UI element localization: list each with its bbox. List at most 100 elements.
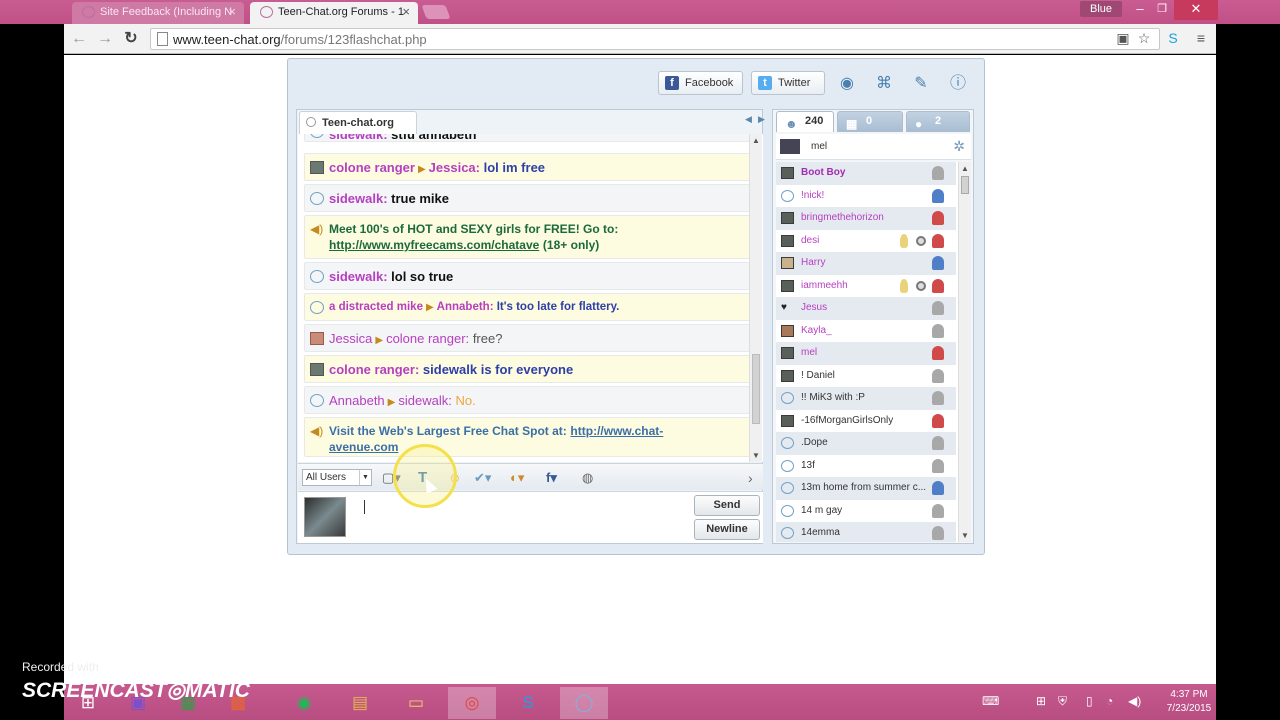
room-icon (306, 117, 316, 127)
user-row[interactable]: !nick! (776, 185, 956, 208)
audio-icon[interactable]: ◍ (582, 469, 593, 487)
message-text: free? (472, 331, 503, 346)
bookmark-star-icon[interactable]: ☆ (1135, 29, 1153, 47)
screencast-icon[interactable]: ◯ (560, 687, 608, 719)
webcam-icon[interactable]: ◉ (836, 73, 858, 95)
facebook-button[interactable]: f Facebook (658, 71, 743, 95)
user-list-scrollbar[interactable]: ▲ ▼ (958, 162, 971, 542)
minimize-icon[interactable]: – (1130, 0, 1150, 20)
user-row[interactable]: Boot Boy (776, 162, 956, 185)
expand-arrow-icon[interactable]: › (748, 469, 753, 487)
security-icon[interactable]: ⛨ (1058, 694, 1067, 709)
user-name: Harry (801, 257, 826, 268)
tab-messages[interactable]: ● 2 (906, 111, 970, 132)
close-tab-icon[interactable]: × (228, 2, 236, 22)
user-row[interactable]: desi (776, 230, 956, 253)
spotify-icon[interactable]: ◉ (280, 687, 328, 719)
gamepad-icon[interactable]: ⌘ (873, 73, 895, 95)
file-explorer-icon[interactable]: ▭ (392, 687, 440, 719)
extension-icon[interactable]: ▣ (1114, 29, 1132, 47)
facebook-label: Facebook (685, 77, 734, 89)
wrench-icon[interactable]: ✎ (910, 73, 932, 95)
message-scrollbar[interactable]: ▲ ▼ (749, 134, 762, 462)
user-row[interactable]: 13m home from summer c... (776, 477, 956, 500)
user-name: 14 m gay (801, 504, 843, 516)
browser-tab-site-feedback[interactable]: Site Feedback (Including N × (72, 2, 244, 24)
user-row[interactable]: 14 m gay (776, 500, 956, 523)
forward-arrow-icon[interactable]: → (94, 28, 116, 50)
twitter-button[interactable]: t Twitter (751, 71, 825, 95)
scroll-down-icon[interactable]: ▼ (750, 451, 762, 460)
whisper-arrow-icon: ▶ (375, 335, 384, 346)
sticker-icon[interactable]: ✔▾ (474, 469, 491, 487)
user-row[interactable]: Kayla_ (776, 320, 956, 343)
scroll-up-icon[interactable]: ▲ (750, 136, 762, 145)
facebook-share-icon[interactable]: f▾ (546, 469, 557, 487)
user-row[interactable]: ♥ Jesus (776, 297, 956, 320)
scroll-thumb[interactable] (961, 176, 969, 194)
scroll-thumb[interactable] (752, 354, 760, 424)
user-row[interactable]: iammeehh (776, 275, 956, 298)
chrome-icon[interactable]: ◎ (448, 687, 496, 719)
volume-icon[interactable]: ◀) (1128, 694, 1141, 708)
user-row[interactable]: bringmethehorizon (776, 207, 956, 230)
back-arrow-icon[interactable]: ← (68, 28, 90, 50)
system-message: ◀) Visit the Web's Largest Free Chat Spo… (304, 417, 754, 457)
current-user: mel ✲ (776, 134, 971, 160)
info-icon[interactable]: ⓘ (947, 73, 969, 95)
new-tab-button[interactable] (421, 5, 451, 19)
palette-icon[interactable]: ◐▾ (510, 469, 524, 487)
user-row[interactable]: Harry (776, 252, 956, 275)
battery-icon[interactable]: ▯ (1086, 694, 1093, 708)
page-icon (157, 32, 168, 46)
menu-icon[interactable]: ≡ (1192, 29, 1210, 47)
user-list: Boot Boy !nick! bringmethehorizon desi H… (776, 162, 971, 542)
keyboard-icon[interactable]: ⌨ (982, 694, 999, 708)
room-tab[interactable]: Teen-chat.org (299, 111, 417, 135)
message-user: sidewalk: (329, 191, 388, 206)
messages-icon: ● (915, 117, 923, 131)
close-tab-icon[interactable]: × (402, 2, 410, 22)
browser-tab-forums[interactable]: Teen-Chat.org Forums - 1 × (250, 2, 418, 24)
user-row[interactable]: .Dope (776, 432, 956, 455)
network-icon[interactable]: ◔ (1106, 694, 1113, 708)
user-row[interactable]: -16fMorganGirlsOnly (776, 410, 956, 433)
reload-icon[interactable]: ↻ (120, 28, 142, 50)
tab-left-arrow-icon[interactable]: ◀ (745, 114, 752, 125)
user-name: !nick! (801, 189, 825, 201)
user-row[interactable]: 13f (776, 455, 956, 478)
system-link[interactable]: http://www.myfreecams.com/chatave (329, 238, 539, 252)
flash-chat-app: f Facebook t Twitter ◉ ⌘ ✎ ⓘ Teen-chat.org… (287, 58, 985, 555)
tab-right-arrow-icon[interactable]: ▶ (758, 114, 765, 125)
profile-badge[interactable]: Blue (1080, 1, 1122, 17)
tab-online-users[interactable]: ☻ 240 (776, 111, 834, 132)
scroll-down-icon[interactable]: ▼ (959, 531, 971, 540)
user-row[interactable]: ! Daniel (776, 365, 956, 388)
clock[interactable]: 4:37 PM 7/23/2015 (1164, 688, 1214, 716)
tab-rooms[interactable]: ▦ 0 (837, 111, 903, 132)
message-user: colone ranger: (329, 362, 420, 377)
user-row[interactable]: 14emma (776, 522, 956, 542)
skype-taskbar-icon[interactable]: S (504, 687, 552, 719)
recipient-select[interactable]: All Users ▼ (302, 469, 372, 486)
user-status-icon (932, 503, 944, 518)
user-name: Boot Boy (801, 167, 846, 178)
speaker-icon: ◀) (310, 222, 324, 236)
webcam-icon (916, 235, 926, 246)
send-button[interactable]: Send (694, 495, 760, 516)
windows-icon[interactable]: ⊞ (1036, 694, 1046, 708)
my-avatar[interactable] (304, 497, 346, 537)
gear-icon[interactable]: ✲ (953, 138, 965, 155)
address-bar[interactable]: www.teen-chat.org/forums/123flashchat.ph… (150, 28, 1160, 50)
scroll-up-icon[interactable]: ▲ (959, 164, 971, 173)
message-text: lol so true (391, 269, 454, 284)
message-input[interactable] (364, 500, 365, 514)
skype-icon[interactable]: S (1164, 29, 1182, 47)
restore-icon[interactable]: ❐ (1152, 0, 1172, 20)
user-row[interactable]: mel (776, 342, 956, 365)
close-window-icon[interactable]: ✕ (1174, 0, 1218, 20)
notes-icon[interactable]: ▤ (336, 687, 384, 719)
newline-button[interactable]: Newline (694, 519, 760, 540)
chat-message: Annabeth ▶ sidewalk: No. (304, 386, 754, 414)
user-row[interactable]: !! MiK3 with :P (776, 387, 956, 410)
